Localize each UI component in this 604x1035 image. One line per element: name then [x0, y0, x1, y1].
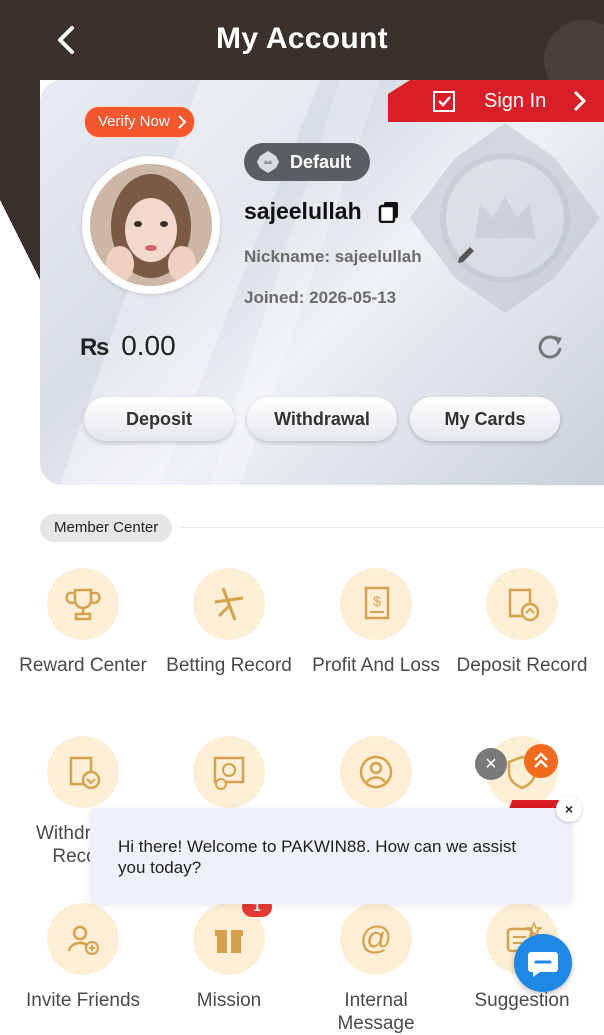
menu-item-invite-friends[interactable]: Invite Friends — [13, 903, 153, 1012]
withdrawal-record-icon — [47, 736, 119, 808]
report-icon — [193, 736, 265, 808]
menu-item-profile[interactable] — [306, 736, 446, 808]
betting-icon — [193, 568, 265, 640]
menu-item-label: Mission — [196, 990, 262, 1011]
receipt-icon: $ — [340, 568, 412, 640]
chat-launcher-button[interactable] — [514, 934, 572, 992]
menu-item-label: Profit And Loss — [312, 655, 440, 676]
chat-close-button[interactable]: × — [556, 796, 582, 822]
calendar-check-icon — [433, 91, 455, 112]
menu-item-mission[interactable]: Mission — [159, 903, 299, 1012]
medal-icon — [257, 151, 279, 173]
svg-text:@: @ — [360, 920, 392, 956]
username: sajeelullah — [244, 198, 362, 224]
dismiss-float-button[interactable]: × — [475, 748, 507, 780]
chevron-right-icon — [573, 90, 586, 112]
balance-display: ₨ 0.00 — [80, 330, 176, 362]
menu-item-label: Betting Record — [166, 655, 292, 676]
badge-label: Default — [290, 151, 352, 172]
avatar[interactable] — [82, 156, 220, 294]
at-icon: @ — [340, 903, 412, 975]
invite-icon — [47, 903, 119, 975]
sign-in-button[interactable]: Sign In — [388, 80, 604, 122]
refresh-icon[interactable] — [536, 332, 564, 360]
menu-item-label: Reward Center — [19, 655, 147, 676]
vip-level-badge: Default — [244, 143, 370, 181]
menu-item-profit-and-loss[interactable]: $ Profit And Loss — [306, 568, 446, 677]
divider — [180, 527, 604, 528]
menu-item-betting-record[interactable]: Betting Record — [159, 568, 299, 677]
svg-text:$: $ — [373, 593, 381, 609]
deposit-record-icon — [486, 568, 558, 640]
menu-item-label: Deposit Record — [456, 655, 588, 676]
avatar-photo — [90, 164, 212, 286]
menu-item-internal-message[interactable]: @ Internal Message — [306, 903, 446, 1035]
menu-item-reward-center[interactable]: Reward Center — [13, 568, 153, 677]
scroll-top-button[interactable] — [524, 744, 558, 778]
trophy-icon — [47, 568, 119, 640]
header-decoration — [544, 20, 604, 80]
chat-icon — [528, 952, 558, 977]
deposit-button[interactable]: Deposit — [84, 397, 234, 441]
profile-icon — [340, 736, 412, 808]
chat-welcome-popup[interactable]: Hi there! Welcome to PAKWIN88. How can w… — [90, 808, 572, 904]
chevron-right-icon — [177, 115, 186, 129]
menu-item-label: Invite Friends — [25, 990, 141, 1011]
chat-message: Hi there! Welcome to PAKWIN88. How can w… — [118, 837, 517, 877]
copy-icon[interactable] — [378, 201, 400, 223]
currency-symbol: ₨ — [80, 334, 110, 361]
sign-in-label: Sign In — [484, 89, 547, 112]
nickname-text: Nickname: sajeelullah — [244, 247, 422, 266]
member-center-title: Member Center — [40, 514, 173, 542]
menu-item-label: Internal Message — [337, 990, 415, 1034]
edit-pencil-icon[interactable] — [456, 245, 476, 265]
joined-date: Joined: 2026-05-13 — [244, 288, 397, 307]
menu-item-deposit-record[interactable]: Deposit Record — [452, 568, 592, 677]
verify-now-button[interactable]: Verify Now — [84, 106, 195, 138]
balance-amount: 0.00 — [121, 330, 176, 361]
my-cards-button[interactable]: My Cards — [410, 397, 560, 441]
app-header: My Account — [0, 0, 604, 80]
menu-item-label: Suggestion — [474, 990, 570, 1011]
menu-item-report[interactable] — [159, 736, 299, 808]
avatar-image — [90, 164, 212, 286]
verify-label: Verify Now — [98, 113, 170, 130]
rank-medal-icon — [410, 123, 600, 313]
double-chevron-up-icon — [534, 752, 548, 768]
withdrawal-button[interactable]: Withdrawal — [247, 397, 397, 441]
